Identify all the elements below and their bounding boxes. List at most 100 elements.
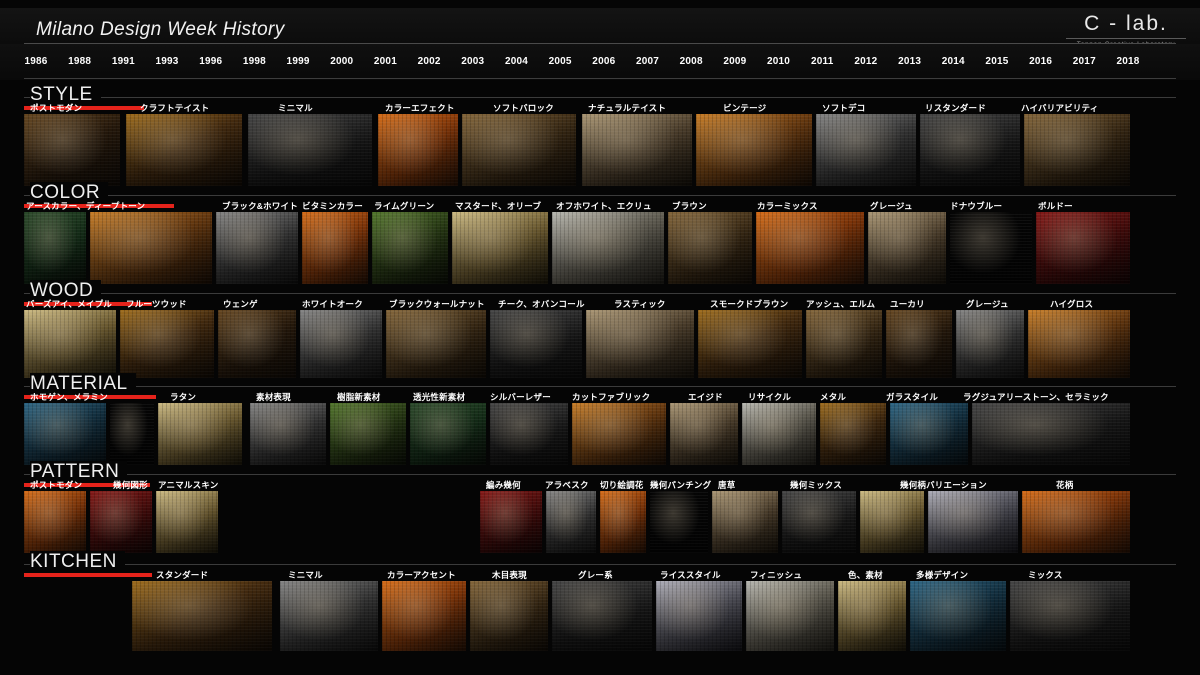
thumbnail[interactable] xyxy=(410,403,486,465)
thumbnail[interactable] xyxy=(490,403,568,465)
trend-label: 幾何ミックス xyxy=(790,480,842,490)
thumbnail[interactable] xyxy=(600,491,646,553)
thumbnail[interactable] xyxy=(910,581,1006,651)
thumbnail[interactable] xyxy=(470,581,548,651)
row-divider xyxy=(24,386,1176,387)
thumbnail[interactable] xyxy=(742,403,816,465)
thumbnail[interactable] xyxy=(928,491,1018,553)
thumbnail[interactable] xyxy=(300,310,382,378)
trend-label: アッシュ、エルム xyxy=(806,299,876,309)
thumbnail[interactable] xyxy=(24,212,86,284)
thumbnail[interactable] xyxy=(806,310,882,378)
trend-label: カラーアクセント xyxy=(387,570,456,580)
thumbnail[interactable] xyxy=(90,491,152,553)
thumbnail[interactable] xyxy=(1010,581,1130,651)
year-tick-2016: 2016 xyxy=(1029,56,1053,67)
trend-label: スタンダード xyxy=(156,570,209,580)
trend-label: グレージュ xyxy=(870,201,913,211)
thumbnail[interactable] xyxy=(552,212,664,284)
thumbnail[interactable] xyxy=(250,403,326,465)
trend-label: ソフトデコ xyxy=(822,103,866,113)
thumbnail[interactable] xyxy=(868,212,946,284)
thumbnail[interactable] xyxy=(820,403,886,465)
trend-label: エイジド xyxy=(688,392,723,402)
thumbnail[interactable] xyxy=(546,491,596,553)
thumbnail[interactable] xyxy=(1024,114,1130,186)
thumbnail[interactable] xyxy=(582,114,692,186)
trend-label: 切り絵調花 xyxy=(600,480,644,490)
thumbnail[interactable] xyxy=(572,403,666,465)
thumbnail[interactable] xyxy=(886,310,952,378)
thumbnail[interactable] xyxy=(110,403,154,465)
thumbnail[interactable] xyxy=(330,403,406,465)
thumbnail[interactable] xyxy=(860,491,924,553)
thumbnail[interactable] xyxy=(158,403,242,465)
thumbnail[interactable] xyxy=(24,491,86,553)
thumbnail[interactable] xyxy=(24,403,106,465)
thumbnail[interactable] xyxy=(156,491,218,553)
thumbnail[interactable] xyxy=(920,114,1020,186)
thumbnail[interactable] xyxy=(132,581,272,651)
thumbnail[interactable] xyxy=(378,114,458,186)
thumbnail[interactable] xyxy=(586,310,694,378)
thumbnail[interactable] xyxy=(382,581,466,651)
trend-label: ボルドー xyxy=(1038,201,1073,211)
trend-label: 色、素材 xyxy=(848,570,883,580)
trend-label: グレー系 xyxy=(578,570,613,580)
thumbnail[interactable] xyxy=(1028,310,1130,378)
thumbnail[interactable] xyxy=(670,403,738,465)
thumbnail[interactable] xyxy=(956,310,1024,378)
thumbnail[interactable] xyxy=(972,403,1130,465)
thumbnail[interactable] xyxy=(650,491,708,553)
thumbnail[interactable] xyxy=(490,310,582,378)
thumbnail[interactable] xyxy=(756,212,864,284)
thumbnail[interactable] xyxy=(90,212,212,284)
thumbnail[interactable] xyxy=(120,310,214,378)
thumbnail[interactable] xyxy=(248,114,372,186)
thumbnail[interactable] xyxy=(950,212,1032,284)
thumbnail[interactable] xyxy=(452,212,548,284)
trend-label: バーズアイ、メイプル xyxy=(26,299,112,309)
header-bar: Milano Design Week History C - lab. Topp… xyxy=(0,8,1200,48)
thumbnail[interactable] xyxy=(280,581,378,651)
thumbnail[interactable] xyxy=(838,581,906,651)
thumbnail[interactable] xyxy=(216,212,298,284)
category-row-color: COLOR アースカラー、ディープトーン ブラック&ホワイト ビタミンカラー ライムグリ… xyxy=(0,182,1200,284)
thumbnail[interactable] xyxy=(218,310,296,378)
year-tick-2013: 2013 xyxy=(898,56,922,67)
thumbnail[interactable] xyxy=(24,310,116,378)
thumbnail[interactable] xyxy=(302,212,368,284)
thumbnail[interactable] xyxy=(656,581,742,651)
trend-label: ポストモダン xyxy=(30,480,83,490)
thumbnail[interactable] xyxy=(1022,491,1130,553)
trend-label: ブラック&ホワイト xyxy=(222,201,298,211)
thumbnail[interactable] xyxy=(386,310,486,378)
year-tick-1999: 1999 xyxy=(286,56,310,67)
thumbnail[interactable] xyxy=(890,403,968,465)
trend-label: ポストモダン xyxy=(30,103,83,113)
year-tick-2015: 2015 xyxy=(985,56,1009,67)
thumbnail[interactable] xyxy=(816,114,916,186)
thumbnail[interactable] xyxy=(126,114,242,186)
thumbnail[interactable] xyxy=(462,114,576,186)
trend-label: ホモゲン、メラミン xyxy=(30,392,108,402)
category-row-pattern: PATTERN ポストモダン 幾何図形 アニマルスキン 編み幾何 アラベスク 切り絵調花 幾何… xyxy=(0,461,1200,553)
trend-label: ユーカリ xyxy=(890,299,925,309)
thumbnail[interactable] xyxy=(24,114,120,186)
thumbnail[interactable] xyxy=(696,114,812,186)
year-tick-2007: 2007 xyxy=(635,56,660,67)
thumbnail[interactable] xyxy=(698,310,802,378)
thumbnail[interactable] xyxy=(746,581,834,651)
thumbnail[interactable] xyxy=(552,581,652,651)
thumbnail[interactable] xyxy=(1036,212,1130,284)
thumbnail[interactable] xyxy=(480,491,542,553)
trend-label: クラフトテイスト xyxy=(140,103,210,113)
trend-label: 樹脂新素材 xyxy=(337,392,381,402)
thumbnail[interactable] xyxy=(372,212,448,284)
thumbnail[interactable] xyxy=(668,212,752,284)
logo-mark: C - lab. xyxy=(1084,12,1168,35)
trend-label: 多様デザイン xyxy=(916,570,969,580)
thumbnail[interactable] xyxy=(712,491,778,553)
row-title: KITCHEN xyxy=(30,551,125,573)
thumbnail[interactable] xyxy=(782,491,856,553)
